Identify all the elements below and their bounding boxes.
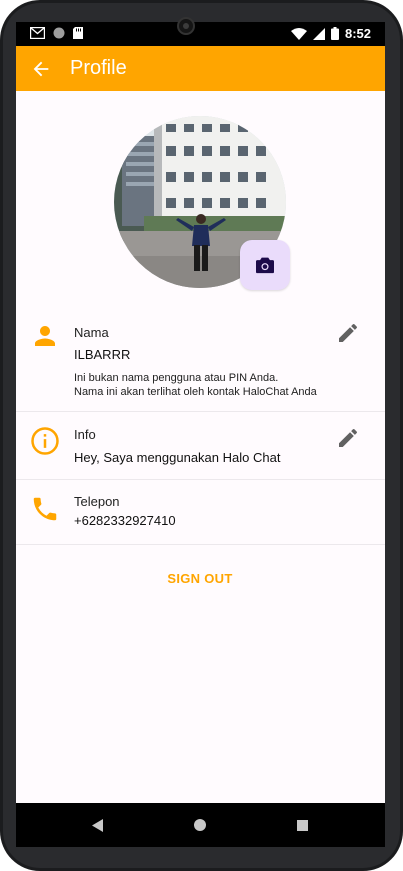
name-note-line1: Ini bukan nama pengguna atau PIN Anda. [74,372,279,384]
sd-card-icon [73,27,83,39]
name-row[interactable]: Nama ILBARRR Ini bukan nama pengguna ata… [16,309,385,411]
avatar-section [114,116,290,290]
status-bar: 8:52 [16,22,385,46]
info-row[interactable]: Info Hey, Saya menggunakan Halo Chat [16,412,385,479]
sign-out-button[interactable]: SIGN OUT [150,571,250,586]
phone-icon [33,497,57,521]
nav-back-icon[interactable] [92,819,104,832]
status-time: 8:52 [344,26,371,41]
nav-home-icon[interactable] [194,819,206,831]
person-icon [35,326,55,346]
edit-name-icon[interactable] [336,321,360,345]
device-frame: 8:52 Profile Nama ILBARRR Ini bukan nama… [0,0,403,871]
name-note-line2: Nama ini akan terlihat oleh kontak HaloC… [74,386,317,398]
divider [16,544,385,545]
camera-icon [256,257,274,274]
circle-icon [53,27,65,39]
info-label: Info [74,427,96,442]
screen: 8:52 Profile Nama ILBARRR Ini bukan nama… [16,22,385,847]
edit-info-icon[interactable] [336,426,360,450]
wifi-icon [290,27,307,40]
nav-recents-icon[interactable] [297,820,308,831]
signal-icon [312,27,325,40]
app-bar: Profile [16,46,385,91]
phone-label: Telepon [74,494,120,509]
arrow-back-icon[interactable] [30,58,52,80]
page-title: Profile [70,57,127,79]
name-value: ILBARRR [74,347,131,362]
front-camera [177,17,195,35]
name-note: Ini bukan nama pengguna atau PIN Anda. N… [74,371,317,399]
profile-content: Nama ILBARRR Ini bukan nama pengguna ata… [16,91,385,803]
name-label: Nama [74,325,109,340]
phone-row[interactable]: Telepon +6282332927410 [16,480,385,544]
phone-value: +6282332927410 [74,513,176,528]
info-icon [31,427,59,455]
system-nav-bar [16,803,385,847]
battery-icon [330,27,339,40]
change-photo-button[interactable] [240,240,290,290]
gmail-icon [30,27,45,39]
info-value: Hey, Saya menggunakan Halo Chat [74,450,281,465]
